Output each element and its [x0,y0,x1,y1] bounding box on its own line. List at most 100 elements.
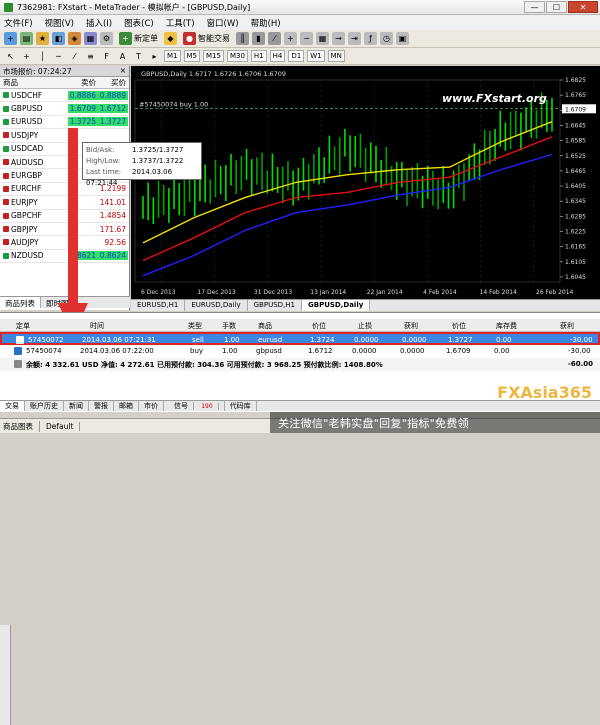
mw-ask: 1.6712 [98,104,128,114]
market-watch-row[interactable]: USDCHF 0.8886 0.8889 [0,89,129,103]
chart-tab-gbpusd-h1[interactable]: GBPUSD,H1 [248,300,302,311]
fibonacci-icon[interactable]: F [100,50,113,63]
trendline-icon[interactable]: ⁄ [68,50,81,63]
menu-view[interactable]: 视图(V) [45,17,74,29]
order-time: 2014.03.06 07:22:00 [80,347,154,355]
chart-y-tick-label: 1.6165 [565,244,586,251]
tf-mn[interactable]: MN [327,50,345,62]
orders-col-header[interactable]: 手数 [222,321,236,331]
minimize-button[interactable]: — [524,1,545,13]
tab-signals[interactable]: 信号 190 [164,401,225,411]
tab-codebase[interactable]: 代码库 [225,401,257,411]
tab-news[interactable]: 新闻 [64,401,89,411]
line-chart-icon[interactable]: ⁄ [268,32,281,45]
tab-alerts[interactable]: 警报 [89,401,114,411]
tab-symbols[interactable]: 商品列表 [0,297,41,308]
col-ask[interactable]: 买价 [98,77,128,88]
maximize-button[interactable]: ☐ [546,1,567,13]
orders-col-header[interactable]: 获利 [404,321,418,331]
chart-price-tag-label: 1.6709 [565,106,586,113]
tab-market[interactable]: 市价 [139,401,164,411]
candle-chart-icon[interactable]: ▮ [252,32,265,45]
bar-chart-icon[interactable]: ║ [236,32,249,45]
orders-col-header[interactable]: 商品 [258,321,272,331]
zoom-out-icon[interactable]: − [300,32,313,45]
order-row[interactable]: 57450072 2014.03.06 07:21:31 sell 1.00 eurus… [0,332,600,345]
tf-w1[interactable]: W1 [307,50,325,62]
tab-mailbox[interactable]: 邮箱 [114,401,139,411]
autoscroll-icon[interactable]: → [332,32,345,45]
horizontal-line-icon[interactable]: ─ [52,50,65,63]
close-icon[interactable]: × [120,66,126,75]
order-tp: 0.0000 [402,336,427,344]
order-type: buy [190,347,204,355]
menu-charts[interactable]: 图表(C) [124,17,154,29]
tester-icon[interactable]: ⚙ [100,32,113,45]
chart-tab-eurusd-h1[interactable]: EURUSD,H1 [131,300,186,311]
tf-m15[interactable]: M15 [203,50,224,62]
orders-col-header[interactable]: 价位 [312,321,326,331]
tooltip-hl: 1.3737/1.3722 [132,157,184,165]
menu-window[interactable]: 窗口(W) [207,17,239,29]
chart-watermark: www.FXstart.org [442,92,547,105]
col-symbol[interactable]: 商品 [0,77,68,88]
account-summary-row: 余额: 4 332.61 USD 净值: 4 272.61 已用预付款: 304… [0,358,600,371]
orders-col-header[interactable]: 类型 [188,321,202,331]
chart-shift-icon[interactable]: ⇥ [348,32,361,45]
expert-advisors-button[interactable]: ● 智能交易 [180,32,233,46]
tab-history[interactable]: 账户历史 [25,401,64,411]
tf-m5[interactable]: M5 [183,50,200,62]
crosshair-icon[interactable]: + [20,50,33,63]
profiles-icon[interactable]: ▤ [20,32,33,45]
text-icon[interactable]: A [116,50,129,63]
standard-toolbar: + ▤ ★ ◧ ◈ ▦ ⚙ + 新定单 ◆ ● 智能交易 ║ ▮ ⁄ + − ▦… [0,30,600,48]
chart-plot-area [134,79,561,283]
chart-tabs: EURUSD,H1 EURUSD,Daily GBPUSD,H1 GBPUSD,… [131,299,600,311]
promo-banner: 关注微信"老韩实盘"回复"指标"免费领 [270,412,600,433]
tile-icon[interactable]: ▦ [316,32,329,45]
price-chart[interactable]: #57450074 buy 1.00 GBPUSD,Daily 1.6717 1.… [131,66,600,300]
tf-h4[interactable]: H4 [269,50,286,62]
mw-ask: 0.8889 [98,90,128,100]
cursor-icon[interactable]: ↖ [4,50,17,63]
tab-trade[interactable]: 交易 [0,401,25,411]
terminal-icon[interactable]: ▦ [84,32,97,45]
market-watch-icon[interactable]: ★ [36,32,49,45]
new-chart-icon[interactable]: + [4,32,17,45]
chart-tab-eurusd-daily[interactable]: EURUSD,Daily [185,300,248,311]
tf-m30[interactable]: M30 [226,50,248,62]
chart-header: GBPUSD,Daily 1.6717 1.6726 1.6706 1.6709 [141,70,286,78]
menu-help[interactable]: 帮助(H) [251,17,281,29]
arrow-icon[interactable]: ▸ [148,50,161,63]
orders-col-header[interactable]: 定单 [16,321,30,331]
label-icon[interactable]: T [132,50,145,63]
menu-tools[interactable]: 工具(T) [166,17,195,29]
navigator-icon[interactable]: ◈ [68,32,81,45]
templates-icon[interactable]: ▣ [396,32,409,45]
tf-m1[interactable]: M1 [164,50,181,62]
orders-col-header[interactable]: 获利 [560,321,574,331]
orders-col-header[interactable]: 止损 [358,321,372,331]
market-watch-row[interactable]: GBPUSD 1.6709 1.6712 [0,102,129,116]
zoom-in-icon[interactable]: + [284,32,297,45]
terminal-side-handle[interactable] [0,625,11,725]
new-order-button[interactable]: + 新定单 [116,32,161,46]
close-button[interactable]: ✕ [568,1,598,13]
periods-icon[interactable]: ◷ [380,32,393,45]
vertical-line-icon[interactable]: │ [36,50,49,63]
symbol-status-icon [3,239,9,246]
order-row[interactable]: 57450074 2014.03.06 07:22:00 buy 1.00 gbpusd… [0,345,600,358]
orders-col-header[interactable]: 价位 [452,321,466,331]
data-window-icon[interactable]: ◧ [52,32,65,45]
metaeditor-icon[interactable]: ◆ [164,32,177,45]
col-bid[interactable]: 卖价 [68,77,98,88]
tf-h1[interactable]: H1 [250,50,267,62]
menu-insert[interactable]: 插入(I) [86,17,112,29]
orders-col-header[interactable]: 时间 [90,321,104,331]
tf-d1[interactable]: D1 [288,50,305,62]
menu-file[interactable]: 文件(F) [4,17,33,29]
indicators-icon[interactable]: ƒ [364,32,377,45]
chart-tab-gbpusd-daily[interactable]: GBPUSD,Daily [301,300,371,311]
orders-col-header[interactable]: 库存费 [496,321,517,331]
channel-icon[interactable]: ≡ [84,50,97,63]
